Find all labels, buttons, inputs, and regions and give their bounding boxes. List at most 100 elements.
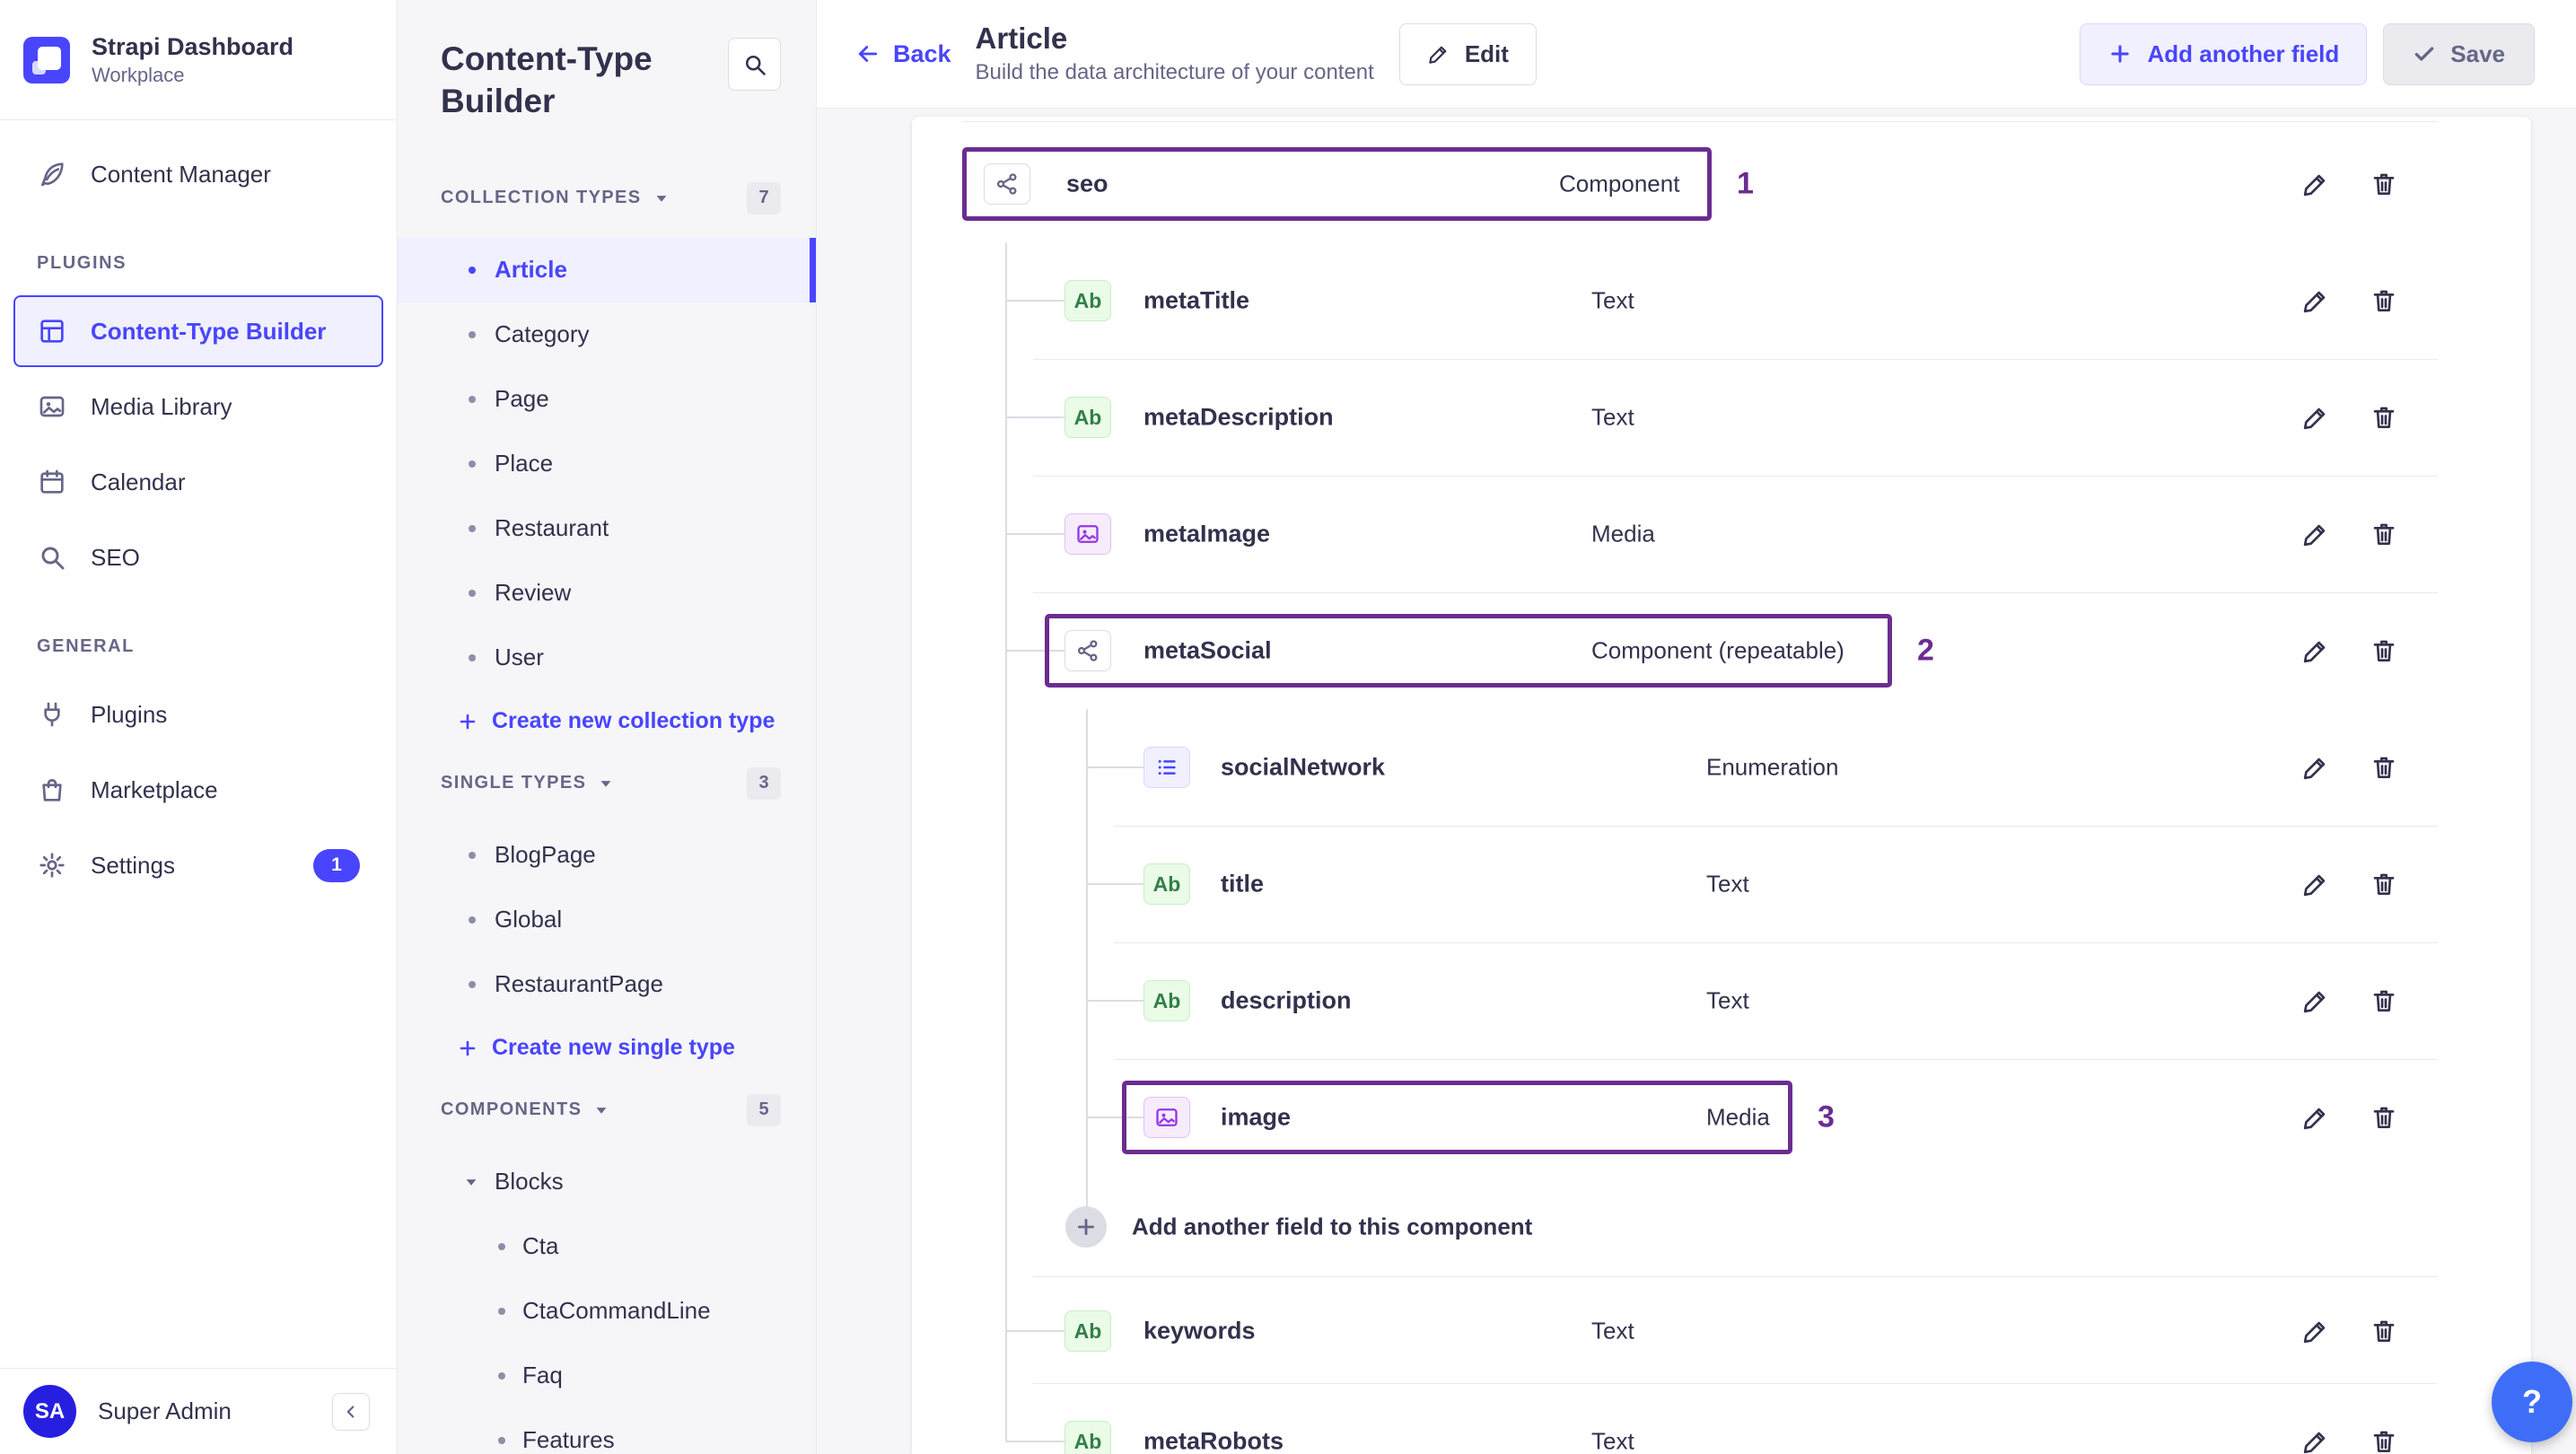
content-type-builder-sidebar: Content-Type Builder COLLECTION TYPES 7 Ar… [398,0,817,1454]
edit-metaDescription-button[interactable] [2298,399,2334,435]
edit-metaSocial-button[interactable] [2298,633,2334,669]
delete-seo-button[interactable] [2366,166,2402,202]
avatar: SA [23,1385,76,1438]
add-field-circle-button[interactable] [1065,1206,1107,1248]
delete-keywords-button[interactable] [2366,1313,2402,1349]
subnav-item-label: CtaCommandLine [522,1297,711,1325]
pencil-icon [2301,403,2330,432]
edit-socialNetwork-button[interactable] [2298,749,2334,785]
help-button[interactable]: ? [2492,1362,2572,1442]
field-row-socialNetwork[interactable]: socialNetwork Enumeration [912,709,2531,826]
field-type: Text [1706,986,1749,1014]
section-label: SINGLE TYPES [441,773,587,793]
save-button[interactable]: Save [2383,22,2535,85]
delete-image-button[interactable] [2366,1099,2402,1135]
edit-seo-button[interactable] [2298,166,2334,202]
field-row-seo[interactable]: seo Component [912,126,2531,242]
back-link[interactable]: Back [854,40,951,68]
section-label: COMPONENTS [441,1099,583,1120]
sidebar-item-content-type-builder[interactable]: Content-Type Builder [13,295,383,367]
subnav-item-faq[interactable]: Faq [398,1344,816,1408]
bag-icon [37,775,67,805]
subnav-item-article[interactable]: Article [398,237,816,302]
nav-section-label: PLUGINS [37,253,127,273]
pencil-icon [2301,986,2330,1015]
edit-metaTitle-button[interactable] [2298,283,2334,319]
delete-metaSocial-button[interactable] [2366,633,2402,669]
search-button[interactable] [728,38,781,91]
collapse-sidebar-button[interactable] [332,1392,370,1431]
edit-keywords-button[interactable] [2298,1313,2334,1349]
component-group-blocks[interactable]: Blocks [398,1150,816,1214]
create-new-collection-type-link[interactable]: Create new collection type [398,690,816,753]
edit-title-button[interactable] [2298,866,2334,902]
sidebar-item-seo[interactable]: SEO [13,521,383,593]
bullet-icon [469,330,476,338]
subnav-section-single-types: SINGLE TYPES 3 BlogPage Global RestaurantPag… [398,758,816,1080]
field-row-metaDescription[interactable]: Ab metaDescription Text [912,359,2531,476]
edit-button[interactable]: Edit [1398,22,1537,85]
main-area: Back Article Build the data architecture… [817,0,2576,1454]
field-row-metaSocial[interactable]: metaSocial Component (repeatable) [912,592,2531,709]
delete-title-button[interactable] [2366,866,2402,902]
page-subtitle: Build the data architecture of your cont… [975,60,1374,85]
edit-metaImage-button[interactable] [2298,516,2334,552]
delete-metaRobots-button[interactable] [2366,1423,2402,1454]
subnav-item-global[interactable]: Global [398,888,816,952]
delete-description-button[interactable] [2366,983,2402,1019]
field-row-metaImage[interactable]: metaImage Media [912,476,2531,592]
annotation-1: 1 [1737,166,1754,201]
subnav-item-label: Features [522,1426,615,1454]
add-another-field-button[interactable]: Add another field [2080,22,2368,85]
sidebar-item-marketplace[interactable]: Marketplace [13,754,383,826]
field-row-description[interactable]: Ab description Text [912,942,2531,1059]
app-title: Strapi Dashboard [92,32,294,60]
sidebar-item-content-manager[interactable]: Content Manager [13,138,383,210]
field-row-title[interactable]: Ab title Text [912,826,2531,942]
delete-socialNetwork-button[interactable] [2366,749,2402,785]
add-field-to-component-row[interactable]: Add another field to this component [912,1169,2531,1285]
sidebar-item-label: Plugins [91,700,168,728]
subnav-item-user[interactable]: User [398,626,816,690]
section-header-single-types[interactable]: SINGLE TYPES 3 [398,758,816,809]
subnav-item-ctacommandline[interactable]: CtaCommandLine [398,1279,816,1344]
edit-image-button[interactable] [2298,1099,2334,1135]
trash-icon [2370,403,2398,432]
field-row-metaTitle[interactable]: Ab metaTitle Text [912,242,2531,359]
add-field-label: Add another field [2147,39,2340,67]
subnav-item-restaurant[interactable]: Restaurant [398,496,816,561]
add-field-to-component-label: Add another field to this component [1132,1213,1533,1240]
subnav-item-category[interactable]: Category [398,302,816,367]
row-separator [962,121,2438,122]
subnav-item-features[interactable]: Features [398,1408,816,1454]
chevron-down-icon [462,1173,480,1191]
field-row-image[interactable]: image Media [912,1059,2531,1176]
sidebar-item-media-library[interactable]: Media Library [13,371,383,442]
create-new-single-type-link[interactable]: Create new single type [398,1017,816,1080]
sidebar-item-calendar[interactable]: Calendar [13,446,383,518]
field-row-metaRobots[interactable]: Ab metaRobots Text [912,1383,2531,1454]
subnav-item-review[interactable]: Review [398,561,816,626]
sidebar-item-plugins[interactable]: Plugins [13,679,383,750]
field-row-keywords[interactable]: Ab keywords Text [912,1273,2531,1389]
field-type: Text [1591,1317,1634,1345]
subnav-item-place[interactable]: Place [398,432,816,496]
delete-metaTitle-button[interactable] [2366,283,2402,319]
subnav-item-cta[interactable]: Cta [398,1214,816,1279]
sidebar-item-label: Calendar [91,468,186,495]
section-header-collection-types[interactable]: COLLECTION TYPES 7 [398,173,816,223]
delete-metaImage-button[interactable] [2366,516,2402,552]
subnav-item-page[interactable]: Page [398,367,816,432]
delete-metaDescription-button[interactable] [2366,399,2402,435]
edit-description-button[interactable] [2298,983,2334,1019]
edit-metaRobots-button[interactable] [2298,1423,2334,1454]
section-header-components[interactable]: COMPONENTS 5 [398,1085,816,1135]
sidebar-item-settings[interactable]: Settings 1 [13,829,383,901]
text-field-icon: Ab [1143,863,1190,905]
subnav-item-blogpage[interactable]: BlogPage [398,823,816,888]
subnav-item-label: User [495,644,544,671]
app-root: Strapi Dashboard Workplace Content Manag… [0,0,2576,1454]
enum-field-icon [1143,747,1190,788]
subnav-item-restaurantpage[interactable]: RestaurantPage [398,952,816,1017]
trash-icon [2370,636,2398,665]
